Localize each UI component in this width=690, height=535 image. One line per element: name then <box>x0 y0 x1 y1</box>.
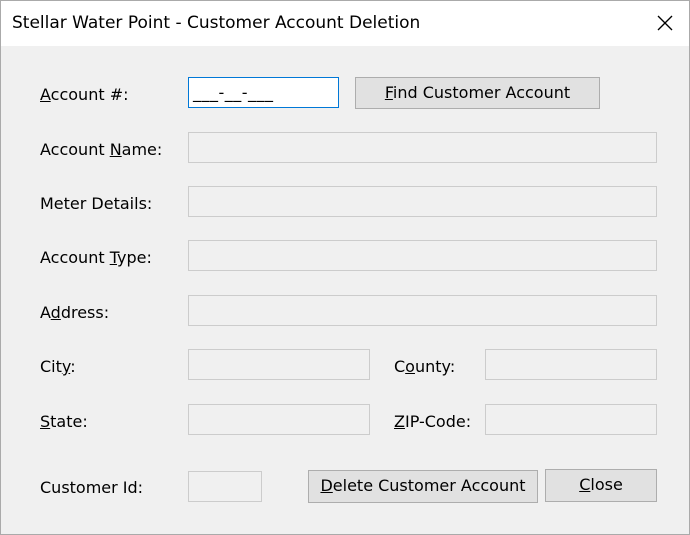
window-title: Stellar Water Point - Customer Account D… <box>12 13 421 33</box>
state-label: State: <box>40 412 88 431</box>
account-number-mask: ___-__-___ <box>193 83 274 102</box>
account-number-label: Account #: <box>40 85 129 104</box>
find-customer-account-button[interactable]: Find Customer Account <box>355 77 600 109</box>
city-label: City: <box>40 357 76 376</box>
account-name-label: Account Name: <box>40 140 163 159</box>
close-icon[interactable] <box>649 7 681 39</box>
meter-details-label: Meter Details: <box>40 194 153 213</box>
close-button[interactable]: Close <box>545 469 657 502</box>
customer-id-field[interactable] <box>188 471 262 502</box>
title-bar: Stellar Water Point - Customer Account D… <box>1 1 689 46</box>
address-field[interactable] <box>188 295 657 326</box>
address-label: Address: <box>40 303 110 322</box>
account-name-field[interactable] <box>188 132 657 163</box>
meter-details-field[interactable] <box>188 186 657 217</box>
dialog-window: Stellar Water Point - Customer Account D… <box>0 0 690 535</box>
account-type-label: Account Type: <box>40 248 152 267</box>
customer-id-label: Customer Id: <box>40 478 144 497</box>
zip-code-field[interactable] <box>485 404 657 435</box>
city-field[interactable] <box>188 349 370 380</box>
delete-customer-account-button[interactable]: Delete Customer Account <box>308 470 538 503</box>
state-field[interactable] <box>188 404 370 435</box>
account-number-input[interactable]: ___-__-___ <box>188 77 339 108</box>
zip-code-label: ZIP-Code: <box>394 412 472 431</box>
county-label: County: <box>394 357 456 376</box>
county-field[interactable] <box>485 349 657 380</box>
account-type-field[interactable] <box>188 240 657 271</box>
